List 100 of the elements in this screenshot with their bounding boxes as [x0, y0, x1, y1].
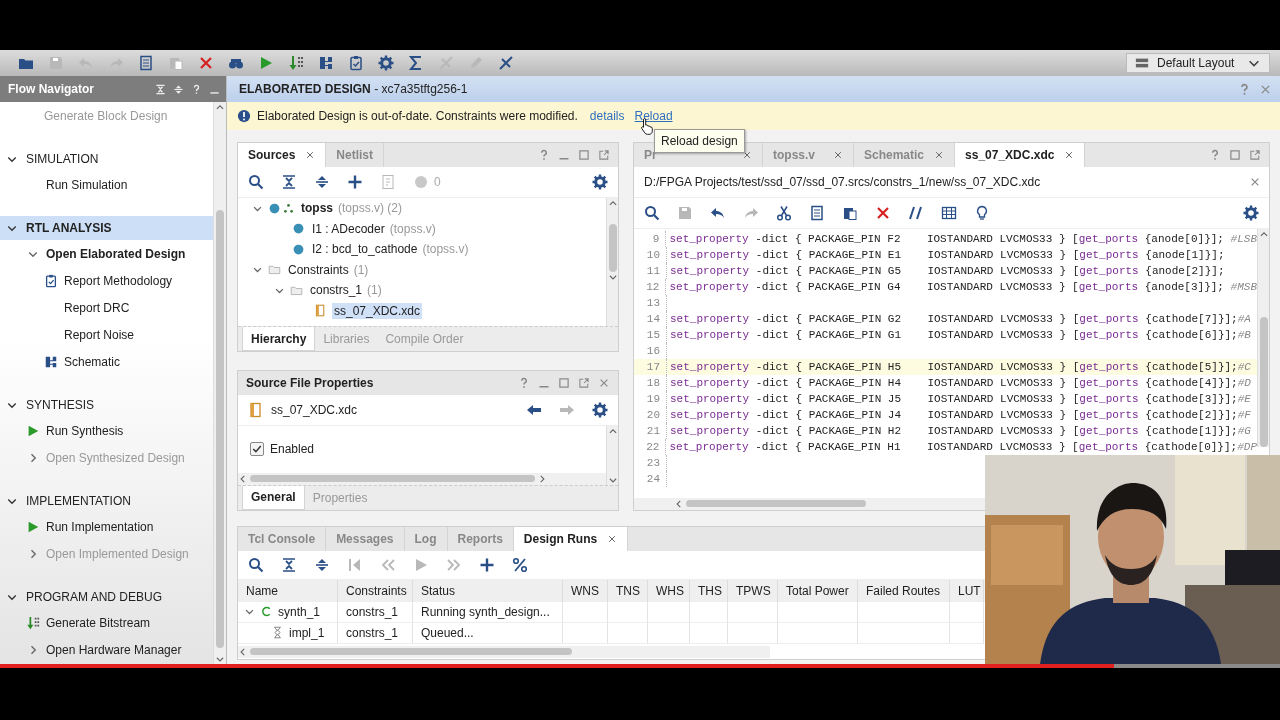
add-icon[interactable] — [347, 174, 363, 190]
scrollbar[interactable] — [1257, 229, 1269, 447]
comment-icon[interactable] — [908, 205, 924, 221]
collapse-all-icon[interactable] — [281, 556, 297, 573]
lightbulb-icon[interactable] — [974, 205, 990, 221]
scroll-left-icon[interactable] — [238, 646, 248, 657]
cut-icon[interactable] — [776, 205, 792, 221]
close-icon[interactable] — [598, 377, 610, 389]
schematic-icon[interactable] — [318, 55, 334, 71]
run-icon[interactable] — [258, 55, 274, 71]
help-icon[interactable] — [1238, 82, 1251, 96]
crossed-line-icon[interactable] — [498, 55, 514, 71]
float-icon[interactable] — [598, 149, 610, 161]
tree-item[interactable]: I2 : bcd_to_cathode — [310, 241, 420, 258]
copy-icon[interactable] — [138, 55, 154, 71]
scroll-up-icon[interactable] — [215, 102, 225, 112]
add-icon[interactable] — [479, 556, 495, 573]
close-icon[interactable] — [607, 533, 618, 544]
navigator-item[interactable]: Open Hardware Manager — [46, 642, 182, 657]
scroll-up-icon[interactable] — [607, 426, 618, 436]
search-icon[interactable] — [248, 174, 264, 190]
banner-link[interactable]: Reload — [634, 109, 673, 123]
close-icon[interactable] — [833, 150, 843, 160]
scrollbar[interactable] — [238, 645, 770, 658]
run-name[interactable]: impl_1 — [289, 625, 325, 640]
help-icon[interactable] — [191, 83, 202, 95]
column-header[interactable]: TPWS — [728, 579, 778, 602]
scrollbar[interactable] — [634, 497, 986, 510]
delete-icon[interactable] — [875, 205, 891, 221]
paste-icon[interactable] — [842, 205, 858, 221]
settings-icon[interactable] — [592, 402, 608, 418]
column-header[interactable]: Failed Routes — [858, 579, 950, 602]
navigator-item[interactable]: Report Methodology — [64, 273, 173, 288]
float-icon[interactable] — [578, 377, 590, 389]
section-header[interactable]: RTL ANALYSIS — [0, 216, 213, 240]
settings-icon[interactable] — [378, 55, 394, 71]
settings-icon[interactable] — [1243, 205, 1259, 221]
help-icon[interactable] — [518, 377, 530, 389]
run-name[interactable]: synth_1 — [278, 604, 321, 619]
navigator-item[interactable]: Open Elaborated Design — [46, 246, 186, 261]
scroll-up-icon[interactable] — [607, 198, 618, 208]
float-icon[interactable] — [1249, 149, 1261, 161]
navigator-item[interactable]: Report DRC — [64, 300, 130, 315]
scrollbar[interactable] — [606, 426, 618, 485]
percent-icon[interactable] — [512, 556, 528, 573]
scroll-left-icon[interactable] — [238, 473, 248, 484]
navigator-item[interactable]: Run Synthesis — [46, 423, 124, 438]
panel-tab[interactable]: Sources — [238, 143, 327, 167]
close-icon[interactable] — [1249, 176, 1261, 188]
close-icon[interactable] — [1064, 150, 1075, 160]
column-header[interactable]: Name — [238, 579, 338, 602]
expand-all-icon[interactable] — [314, 556, 330, 573]
bitstream-icon[interactable] — [288, 55, 304, 71]
column-header[interactable]: LUT — [950, 579, 984, 602]
section-header[interactable]: SYNTHESIS — [0, 393, 213, 417]
delete-icon[interactable] — [198, 55, 214, 71]
collapse-all-icon[interactable] — [281, 174, 297, 190]
scroll-down-icon[interactable] — [215, 654, 225, 664]
expand-all-icon[interactable] — [173, 83, 184, 95]
tree-item[interactable]: constrs_1 — [308, 282, 365, 299]
column-header[interactable]: TNS — [608, 579, 648, 602]
column-header[interactable]: Total Power — [778, 579, 858, 602]
section-header[interactable]: IMPLEMENTATION — [0, 489, 213, 513]
view-tab[interactable]: General — [242, 485, 305, 510]
columns-icon[interactable] — [941, 205, 957, 221]
sigma-icon[interactable] — [408, 55, 424, 71]
navigator-item[interactable]: Run Simulation — [46, 177, 128, 192]
scrollbar[interactable] — [606, 198, 618, 326]
close-icon[interactable] — [934, 150, 945, 160]
scroll-down-icon[interactable] — [607, 272, 618, 282]
layout-dropdown[interactable]: Default Layout — [1126, 53, 1270, 73]
column-header[interactable]: WNS — [563, 579, 608, 602]
scrollbar[interactable] — [213, 102, 226, 664]
scroll-up-icon[interactable] — [1258, 229, 1269, 239]
tree-item[interactable]: topss — [299, 200, 335, 217]
close-icon[interactable] — [305, 150, 316, 160]
checkbox[interactable] — [250, 442, 264, 457]
expand-all-icon[interactable] — [314, 174, 330, 190]
editor-tab[interactable]: ss_07_XDC.xdc — [955, 143, 1086, 167]
copy-icon[interactable] — [809, 205, 825, 221]
section-header[interactable]: SIMULATION — [0, 147, 213, 171]
view-tab[interactable]: Hierarchy — [242, 327, 316, 351]
help-icon[interactable] — [538, 149, 550, 161]
tree-item[interactable]: ss_07_XDC.xdc — [332, 302, 423, 319]
search-icon[interactable] — [248, 556, 264, 573]
help-icon[interactable] — [1209, 149, 1221, 161]
settings-icon[interactable] — [592, 174, 608, 190]
column-header[interactable]: THS — [690, 579, 728, 602]
column-header[interactable]: Constraints — [338, 579, 413, 602]
panel-tab[interactable]: Design Runs — [513, 526, 629, 551]
section-header[interactable]: PROGRAM AND DEBUG — [0, 585, 213, 609]
back-arrow-icon[interactable] — [526, 402, 542, 418]
navigator-item[interactable]: Schematic — [64, 354, 121, 369]
clipboard-icon[interactable] — [348, 55, 364, 71]
tree-item[interactable]: Constraints — [286, 261, 351, 278]
navigator-item[interactable]: Report Noise — [64, 327, 135, 342]
navigator-item[interactable]: Generate Bitstream — [46, 615, 151, 630]
tree-item[interactable]: I1 : ADecoder — [310, 220, 387, 237]
search-icon[interactable] — [644, 205, 660, 221]
column-header[interactable]: Status — [413, 579, 563, 602]
